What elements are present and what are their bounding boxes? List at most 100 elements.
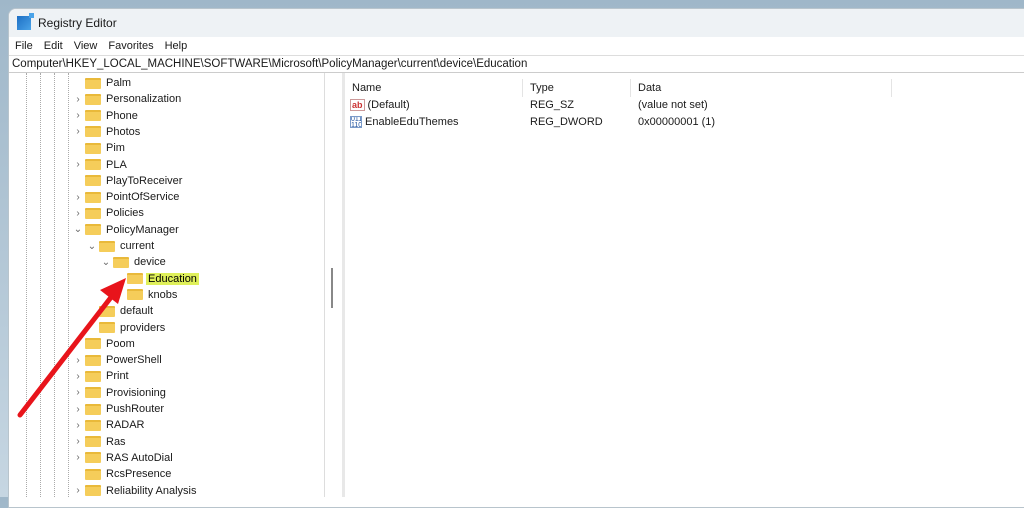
- column-header-data[interactable]: Data: [631, 79, 892, 97]
- tree-item-label: Ras: [106, 435, 126, 448]
- chevron-icon[interactable]: ›: [73, 110, 83, 121]
- tree-item-label: PointOfService: [106, 191, 180, 204]
- tree-item[interactable]: › Reliability Analysis: [73, 483, 198, 498]
- chevron-icon[interactable]: ›: [73, 436, 83, 447]
- tree-item[interactable]: Education: [115, 271, 199, 287]
- values-list: Name Type Data ab (Default) REG_SZ (value n…: [345, 73, 1024, 497]
- menu-favorites[interactable]: Favorites: [108, 40, 153, 52]
- folder-icon: [85, 403, 101, 415]
- chevron-icon[interactable]: ›: [73, 485, 83, 496]
- menu-view[interactable]: View: [74, 40, 98, 52]
- value-row-cell[interactable]: ab (Default): [350, 97, 410, 113]
- tree-item-label: PushRouter: [106, 403, 165, 415]
- tree-item[interactable]: › Provisioning: [73, 385, 168, 401]
- tree-item-label: RADAR: [106, 419, 145, 432]
- value-row-cell[interactable]: 011 110 EnableEduThemes: [350, 114, 459, 130]
- tree-item[interactable]: › RADAR: [73, 417, 147, 433]
- chevron-icon[interactable]: ›: [73, 94, 83, 105]
- chevron-icon[interactable]: ›: [73, 404, 83, 415]
- tree-item[interactable]: › Ras: [73, 434, 128, 450]
- value-row-cell[interactable]: REG_DWORD: [530, 114, 603, 130]
- folder-icon: [85, 354, 101, 366]
- tree-item-label: Print: [106, 370, 129, 383]
- folder-icon: [85, 110, 101, 122]
- tree-item[interactable]: › RAS AutoDial: [73, 450, 175, 466]
- tree-item[interactable]: › PushRouter: [73, 401, 166, 417]
- folder-icon: [85, 191, 101, 203]
- chevron-icon[interactable]: ›: [73, 452, 83, 463]
- folder-icon: [85, 419, 101, 431]
- menu-edit[interactable]: Edit: [44, 40, 63, 52]
- folder-icon: [99, 240, 115, 252]
- tree-item[interactable]: › PointOfService: [73, 189, 181, 205]
- tree-scrollbar-thumb[interactable]: [331, 268, 333, 308]
- tree-item[interactable]: › PowerShell: [73, 352, 164, 368]
- tree-item[interactable]: Pim: [73, 140, 127, 156]
- tree-item[interactable]: default: [87, 303, 155, 319]
- tree-item[interactable]: RcsPresence: [73, 466, 173, 482]
- tree-item-label: providers: [120, 321, 166, 334]
- folder-icon: [127, 289, 143, 301]
- string-value-icon: ab: [350, 99, 365, 111]
- tree-item[interactable]: › Photos: [73, 124, 142, 140]
- chevron-icon[interactable]: ›: [73, 387, 83, 398]
- tree-item-label: device: [134, 256, 166, 269]
- tree-item[interactable]: Poom: [73, 336, 137, 352]
- tree-guide: [68, 73, 69, 497]
- menu-help[interactable]: Help: [165, 40, 188, 52]
- folder-icon: [85, 387, 101, 399]
- value-type: REG_SZ: [530, 99, 575, 111]
- folder-icon: [85, 126, 101, 138]
- tree-item[interactable]: knobs: [115, 287, 179, 303]
- folder-icon: [85, 224, 101, 236]
- folder-icon: [85, 436, 101, 448]
- chevron-icon[interactable]: ›: [73, 126, 83, 137]
- tree-item[interactable]: › PLA: [73, 157, 129, 173]
- tree-item-label: PLA: [106, 158, 127, 171]
- value-data: 0x00000001 (1): [638, 116, 716, 128]
- chevron-icon[interactable]: ›: [73, 355, 83, 366]
- tree-item[interactable]: ⌄ device: [101, 254, 168, 270]
- folder-icon: [85, 485, 101, 496]
- chevron-icon[interactable]: ⌄: [73, 224, 83, 235]
- chevron-icon[interactable]: ⌄: [101, 257, 111, 268]
- tree-item-label: Education: [146, 272, 199, 285]
- chevron-icon[interactable]: ›: [73, 208, 83, 219]
- folder-icon: [85, 142, 101, 154]
- tree-item[interactable]: providers: [87, 320, 167, 336]
- value-row-cell[interactable]: REG_SZ: [530, 97, 574, 113]
- chevron-icon[interactable]: ⌄: [87, 241, 97, 252]
- chevron-icon[interactable]: ›: [73, 159, 83, 170]
- tree-item-label: RcsPresence: [106, 468, 172, 481]
- tree-item[interactable]: › Print: [73, 368, 131, 384]
- folder-icon: [85, 77, 101, 89]
- folder-icon: [127, 273, 143, 285]
- chevron-icon[interactable]: ›: [73, 192, 83, 203]
- tree-item-label: Personalization: [106, 93, 182, 106]
- tree-item[interactable]: › Personalization: [73, 91, 183, 107]
- folder-icon: [85, 207, 101, 219]
- address-bar[interactable]: Computer\HKEY_LOCAL_MACHINE\SOFTWARE\Mic…: [9, 55, 1024, 73]
- tree-guide: [26, 73, 27, 497]
- tree-item[interactable]: ⌄ PolicyManager: [73, 222, 181, 238]
- tree-item[interactable]: › Policies: [73, 205, 146, 221]
- tree-item-label: Poom: [106, 337, 135, 350]
- tree-item[interactable]: ⌄ current: [87, 238, 156, 254]
- tree-item-label: Pim: [106, 142, 125, 155]
- folder-icon: [113, 256, 129, 268]
- chevron-icon[interactable]: ›: [73, 371, 83, 382]
- folder-icon: [99, 305, 115, 317]
- value-row-cell[interactable]: (value not set): [638, 97, 708, 113]
- tree-item-label: Palm: [106, 77, 132, 89]
- column-header-type[interactable]: Type: [523, 79, 631, 97]
- column-header-name[interactable]: Name: [345, 79, 523, 97]
- chevron-icon[interactable]: ›: [73, 420, 83, 431]
- key-tree[interactable]: Palm › Personalization › Phone › Photos Pim › PLA…: [9, 73, 325, 497]
- value-row-cell[interactable]: 0x00000001 (1): [638, 114, 715, 130]
- tree-item-label: PowerShell: [106, 354, 162, 367]
- tree-item[interactable]: Palm: [73, 75, 133, 91]
- tree-item-label: Phone: [106, 109, 138, 122]
- tree-item[interactable]: PlayToReceiver: [73, 173, 184, 189]
- tree-item[interactable]: › Phone: [73, 108, 140, 124]
- menu-file[interactable]: File: [15, 40, 33, 52]
